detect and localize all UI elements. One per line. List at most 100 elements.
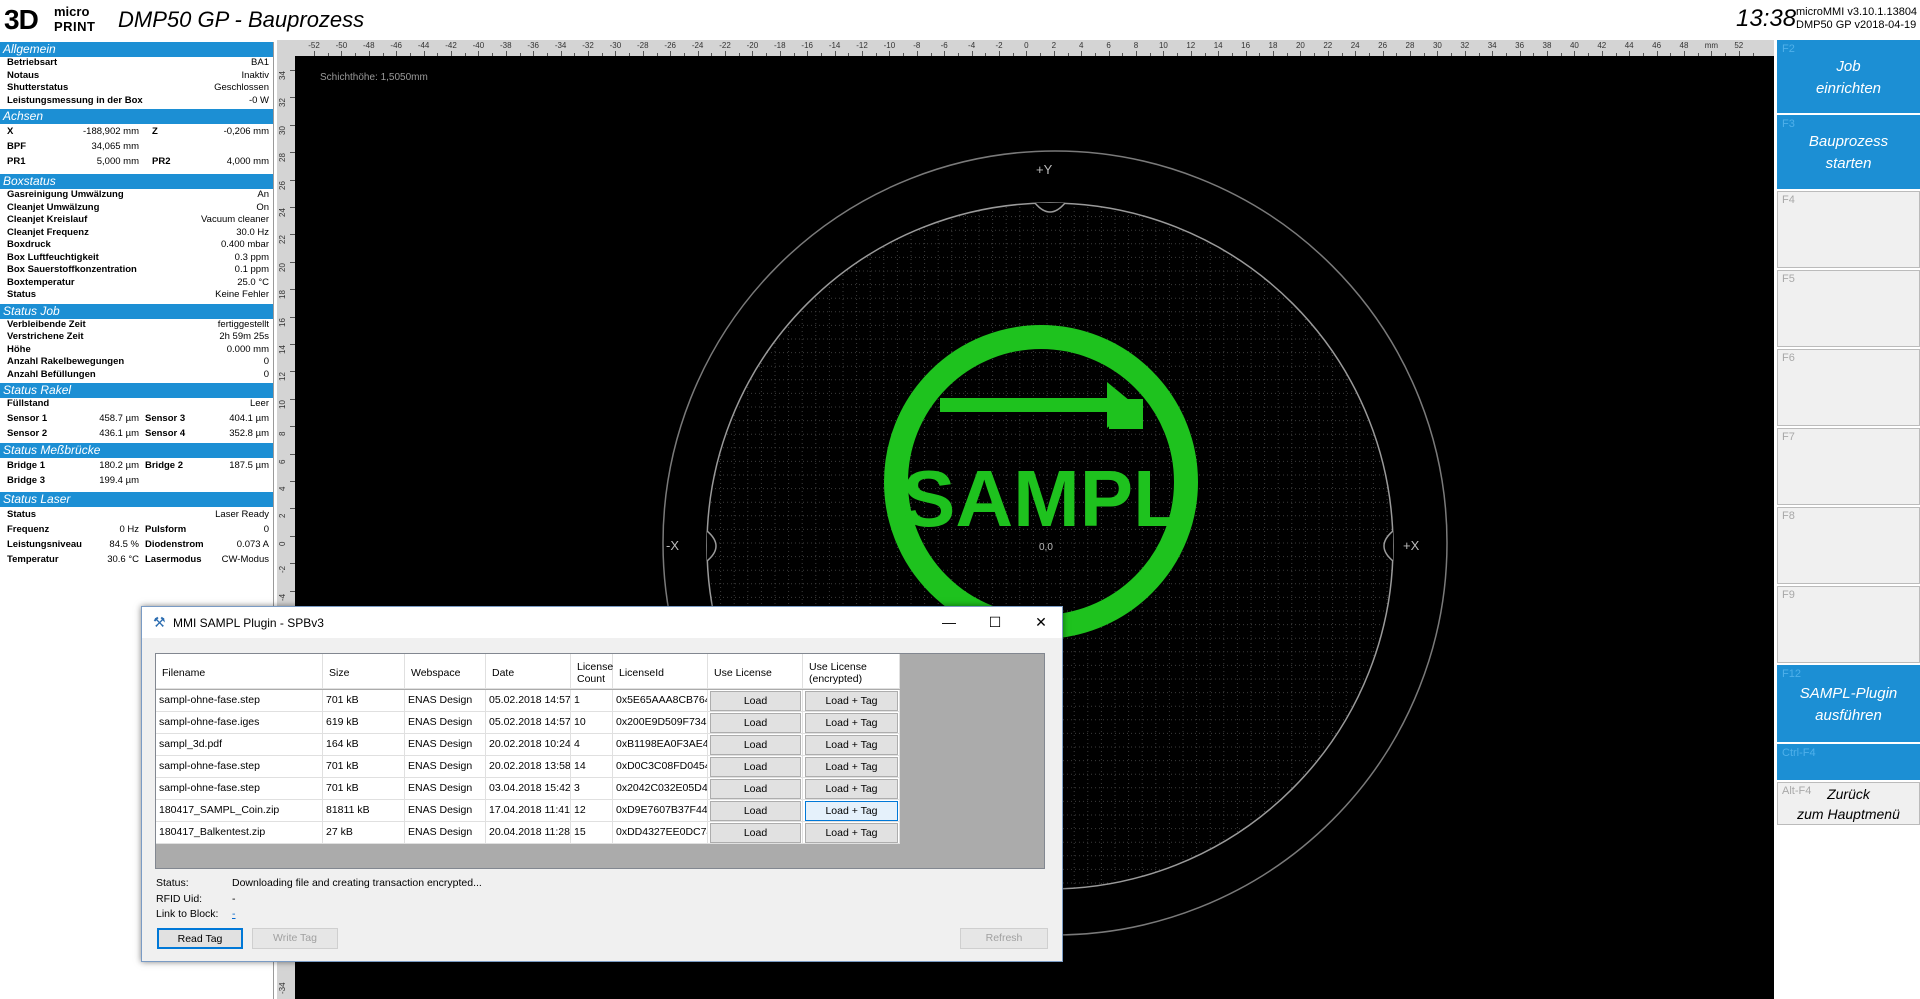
load-button[interactable]: Load	[710, 779, 801, 799]
machine-version: DMP50 GP v2018-04-19	[1796, 19, 1917, 31]
load-tag-button[interactable]: Load + Tag	[805, 757, 898, 777]
maximize-button[interactable]: ☐	[972, 607, 1018, 638]
write-tag-button[interactable]: Write Tag	[252, 928, 338, 949]
fkey-f5[interactable]: F5	[1777, 270, 1920, 347]
status-row-value: An	[257, 189, 269, 200]
ruler-tick-label: 0	[1024, 41, 1029, 50]
dialog-titlebar[interactable]: ⚒ MMI SAMPL Plugin - SPBv3 — ☐ ✕	[142, 607, 1062, 638]
load-tag-button[interactable]: Load + Tag	[805, 713, 898, 733]
load-button[interactable]: Load	[710, 823, 801, 843]
load-tag-button[interactable]: Load + Tag	[805, 823, 898, 843]
load-tag-button[interactable]: Load + Tag	[805, 801, 898, 821]
ruler-tick-label: 4	[1078, 41, 1084, 50]
fkey-ctrl-f4[interactable]: Ctrl-F4	[1777, 744, 1920, 780]
table-cell-id: 0xDD4327EE0DC74...	[613, 822, 708, 844]
rfid-label: RFID Uid:	[156, 893, 203, 905]
column-header[interactable]: Size	[323, 654, 405, 689]
fkey-f3[interactable]: F3 Bauprozess starten	[1777, 115, 1920, 189]
laser-level-label: Leistungsniveau	[7, 538, 82, 550]
status-row-label: Leistungsmessung in der Box	[7, 94, 143, 106]
fkey-code: Ctrl-F4	[1782, 747, 1816, 759]
status-row-label: Boxdruck	[7, 239, 51, 250]
axis-x-value: -188,902 mm	[83, 126, 139, 137]
status-row-label: Box Sauerstoffkonzentration	[7, 264, 137, 275]
laser-level-value: 84.5 %	[109, 538, 139, 550]
fkey-f7[interactable]: F7	[1777, 428, 1920, 505]
ruler-tick-label: 14	[278, 345, 287, 354]
read-tag-button[interactable]: Read Tag	[157, 928, 243, 949]
rfid-value: -	[232, 893, 236, 905]
rakel-fill-value: Leer	[249, 398, 269, 409]
column-header[interactable]: Use License	[708, 654, 803, 689]
allgemein-list: Betriebsart BA1 Notaus Inaktiv Shutterstatus…	[0, 57, 273, 107]
table-cell-webspace: ENAS Design	[405, 734, 486, 756]
status-row: Anzahl Rakelbewegungen 0	[0, 356, 273, 369]
minimize-button[interactable]: —	[926, 607, 972, 638]
column-header[interactable]: Webspace	[405, 654, 486, 689]
laser-row-1: Frequenz 0 Hz Pulsform 0	[0, 522, 273, 537]
ruler-tick-label: -14	[828, 41, 841, 50]
load-button[interactable]: Load	[710, 735, 801, 755]
status-row: Cleanjet Umwälzung On	[0, 202, 273, 215]
fkey-f2[interactable]: F2 Job einrichten	[1777, 40, 1920, 113]
refresh-button[interactable]: Refresh	[960, 928, 1048, 949]
fkey-f4[interactable]: F4	[1777, 191, 1920, 268]
table-cell-id: 0x5E65AAA8CB764...	[613, 690, 708, 712]
status-row: Cleanjet Frequenz 30.0 Hz	[0, 227, 273, 240]
status-row-value: 30.0 Hz	[236, 226, 269, 238]
status-job-list: Verbleibende Zeit fertiggestellt Verstrich…	[0, 319, 273, 382]
ruler-tick-label: -16	[801, 41, 813, 50]
load-tag-button[interactable]: Load + Tag	[805, 779, 898, 799]
fkey-f12[interactable]: F12 SAMPL-Plugin ausführen	[1777, 665, 1920, 742]
load-button[interactable]: Load	[710, 801, 801, 821]
file-grid[interactable]: Filename Size Webspace Date License Count Lic…	[155, 653, 1045, 869]
laser-row-2: Leistungsniveau 84.5 % Diodenstrom 0.073…	[0, 537, 273, 552]
column-header[interactable]: LicenseId	[613, 654, 708, 689]
ruler-tick-label: 26	[278, 180, 287, 190]
column-header[interactable]: License Count	[571, 654, 613, 689]
bridge1-label: Bridge 1	[7, 459, 46, 471]
ruler-tick-label: 10	[1158, 41, 1168, 50]
table-cell-id: 0xD0C3C08FD0454...	[613, 756, 708, 778]
ruler-tick-label: -34	[278, 982, 287, 994]
load-tag-button[interactable]: Load + Tag	[805, 735, 898, 755]
function-key-panel: F2 Job einrichten F3 Bauprozess starten F4 F5 F6…	[1774, 40, 1920, 999]
table-cell-filename: sampl-ohne-fase.step	[156, 690, 323, 712]
link-value[interactable]: -	[232, 908, 236, 920]
fkey-alt-f4[interactable]: Alt-F4 Zurück zum Hauptmenü	[1777, 782, 1920, 825]
ruler-tick-label: 38	[1542, 41, 1552, 50]
table-cell-size: 619 kB	[323, 712, 405, 734]
ruler-tick-label: 28	[278, 153, 287, 163]
column-header[interactable]: Use License (encrypted)	[803, 654, 900, 689]
load-tag-button[interactable]: Load + Tag	[805, 691, 898, 711]
sampl-logo: SAMPL	[884, 325, 1198, 639]
column-header[interactable]: Date	[486, 654, 571, 689]
ruler-tick-label: 14	[1213, 41, 1223, 50]
status-row-value: 25.0 °C	[237, 276, 269, 288]
dialog-title: MMI SAMPL Plugin - SPBv3	[173, 616, 324, 630]
status-row-label: Box Luftfeuchtigkeit	[7, 251, 99, 263]
fkey-f6[interactable]: F6	[1777, 349, 1920, 426]
fkey-f9[interactable]: F9	[1777, 586, 1920, 663]
column-header[interactable]: Filename	[156, 654, 323, 689]
ruler-tick-label: 0	[278, 541, 287, 546]
sampl-plugin-dialog[interactable]: ⚒ MMI SAMPL Plugin - SPBv3 — ☐ ✕ Filenam…	[141, 606, 1063, 962]
table-cell-filename: sampl-ohne-fase.iges	[156, 712, 323, 734]
fkey-code: F9	[1782, 589, 1795, 601]
ruler-tick-label: 20	[278, 262, 287, 272]
table-cell-count: 4	[571, 734, 613, 756]
load-button[interactable]: Load	[710, 757, 801, 777]
table-cell-filename: sampl_3d.pdf	[156, 734, 323, 756]
plugin-icon: ⚒	[153, 614, 166, 630]
ruler-tick-label: 6	[278, 459, 287, 464]
fkey-f8[interactable]: F8	[1777, 507, 1920, 584]
close-button[interactable]: ✕	[1018, 607, 1064, 638]
status-row: Leistungsmessung in der Box -0 W	[0, 95, 273, 108]
load-button[interactable]: Load	[710, 713, 801, 733]
status-row: Verbleibende Zeit fertiggestellt	[0, 319, 273, 332]
status-row-label: Gasreinigung Umwälzung	[7, 189, 124, 200]
load-button[interactable]: Load	[710, 691, 801, 711]
status-row: Box Luftfeuchtigkeit 0.3 ppm	[0, 252, 273, 265]
ruler-tick-label: 28	[1405, 41, 1415, 50]
status-row: Box Sauerstoffkonzentration 0.1 ppm	[0, 264, 273, 277]
